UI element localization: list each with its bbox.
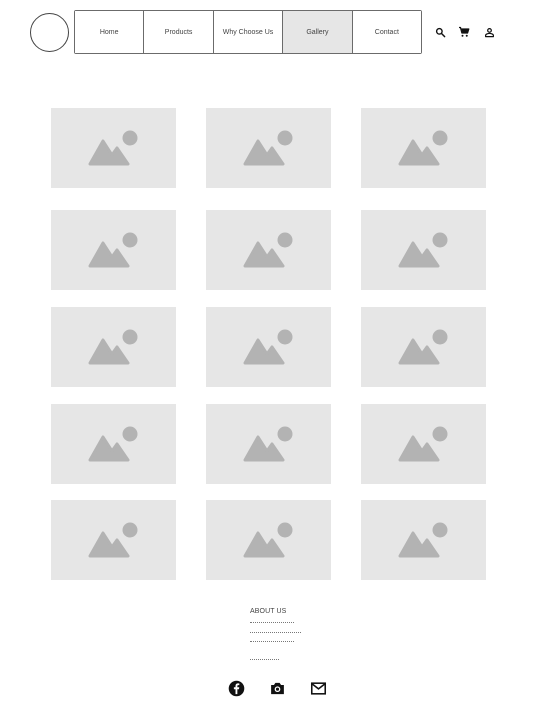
footer-about-title: ABOUT US: [250, 608, 287, 615]
image-placeholder-icon: [398, 329, 447, 365]
nav-home[interactable]: Home: [75, 11, 145, 53]
image-placeholder-icon: [243, 130, 292, 166]
image-placeholder-icon: [88, 329, 137, 365]
image-placeholder-icon: [398, 522, 447, 558]
image-placeholder-icon: [398, 232, 447, 268]
gallery-image[interactable]: [206, 108, 331, 188]
nav-contact[interactable]: Contact: [352, 11, 422, 53]
image-placeholder-icon: [398, 130, 447, 166]
gallery-image[interactable]: [206, 404, 331, 484]
image-placeholder-icon: [88, 232, 137, 268]
nav-why-choose-us[interactable]: Why Choose Us: [213, 11, 284, 53]
footer-placeholder-line: [250, 632, 301, 633]
image-placeholder-icon: [243, 329, 292, 365]
image-placeholder-icon: [88, 130, 137, 166]
footer-placeholder-line: [250, 641, 294, 642]
gallery-image[interactable]: [51, 108, 176, 188]
gallery-image[interactable]: [206, 307, 331, 387]
gallery-image[interactable]: [206, 210, 331, 290]
footer-placeholder-line: [250, 659, 279, 660]
gallery-image[interactable]: [51, 307, 176, 387]
search-icon[interactable]: [434, 26, 446, 38]
gallery-image[interactable]: [206, 500, 331, 580]
facebook-icon[interactable]: [228, 680, 245, 697]
main-nav: Home Products Why Choose Us Gallery Cont…: [74, 10, 422, 54]
image-placeholder-icon: [88, 522, 137, 558]
mail-icon[interactable]: [310, 680, 327, 697]
gallery-image[interactable]: [51, 210, 176, 290]
gallery-image[interactable]: [51, 404, 176, 484]
cart-icon[interactable]: [458, 26, 470, 38]
gallery-image[interactable]: [361, 500, 486, 580]
nav-gallery[interactable]: Gallery: [283, 11, 353, 53]
gallery-image[interactable]: [361, 108, 486, 188]
nav-products[interactable]: Products: [144, 11, 214, 53]
image-placeholder-icon: [398, 426, 447, 462]
image-placeholder-icon: [243, 426, 292, 462]
image-placeholder-icon: [88, 426, 137, 462]
image-placeholder-icon: [243, 522, 292, 558]
logo[interactable]: [30, 13, 69, 52]
account-icon[interactable]: [483, 26, 495, 38]
footer-placeholder-line: [250, 622, 294, 623]
gallery-image[interactable]: [361, 307, 486, 387]
image-placeholder-icon: [243, 232, 292, 268]
camera-icon[interactable]: [269, 680, 286, 697]
gallery-image[interactable]: [51, 500, 176, 580]
gallery-image[interactable]: [361, 210, 486, 290]
gallery-image[interactable]: [361, 404, 486, 484]
